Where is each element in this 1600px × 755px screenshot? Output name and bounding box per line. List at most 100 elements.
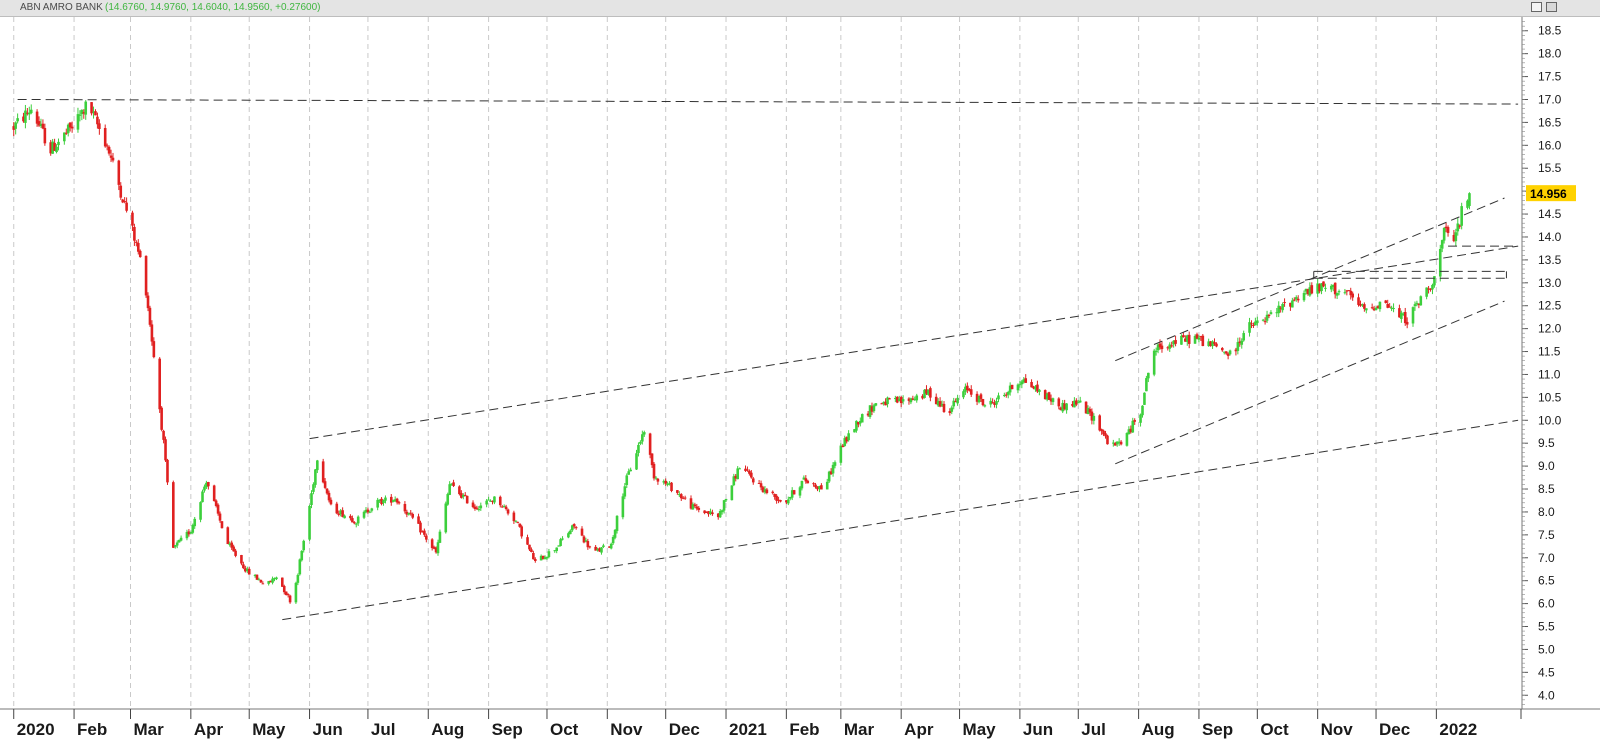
candle-body <box>162 430 165 440</box>
candle-body <box>901 399 905 402</box>
candle-body <box>526 537 529 545</box>
trend-line-3 <box>309 245 1519 440</box>
maximize-window-icon[interactable] <box>1546 2 1557 12</box>
candle <box>94 109 97 116</box>
candle-body <box>860 414 864 423</box>
candle-body <box>1154 350 1158 352</box>
candle-body <box>78 114 82 116</box>
candle <box>1119 440 1123 446</box>
candle <box>779 499 782 503</box>
candle-body <box>1442 227 1446 241</box>
candle-body <box>1468 193 1471 206</box>
candle-body <box>395 498 399 503</box>
candle-body <box>1456 223 1460 232</box>
y-tick-label: 13.5 <box>1538 253 1562 267</box>
x-tick-label-apr: Apr <box>904 720 934 739</box>
candle-body <box>316 460 319 471</box>
candle-body <box>150 324 154 342</box>
candle-body <box>547 551 551 557</box>
y-tick-label: 18.5 <box>1538 24 1562 38</box>
candle <box>103 124 107 148</box>
candle-body <box>820 485 823 490</box>
candle <box>1454 228 1458 247</box>
candle-body <box>41 123 45 129</box>
candle-body <box>166 459 169 483</box>
candle-body <box>1403 311 1407 324</box>
candle <box>847 430 850 442</box>
candle <box>609 542 613 550</box>
candle <box>498 495 502 508</box>
candle-body <box>329 499 333 505</box>
candle <box>452 479 455 488</box>
candle-body <box>1145 378 1148 392</box>
candle <box>220 521 224 529</box>
candle-body <box>1337 291 1341 293</box>
candle <box>1182 332 1185 338</box>
candle-body <box>446 494 450 505</box>
candle <box>1168 342 1172 352</box>
candle-body <box>107 146 111 154</box>
candle-body <box>787 499 790 504</box>
candle-body <box>16 118 19 122</box>
x-tick-label-sep: Sep <box>492 720 523 739</box>
x-tick-label-may: May <box>963 720 997 739</box>
candle-body <box>1460 206 1463 226</box>
candle <box>28 106 31 121</box>
candle-body <box>981 398 985 406</box>
candle-body <box>520 526 523 537</box>
candle <box>1038 388 1041 396</box>
candle <box>1363 302 1366 312</box>
candle-body <box>164 439 167 461</box>
candle <box>448 481 451 496</box>
candle <box>615 515 619 534</box>
candle-body <box>798 487 802 496</box>
candle <box>886 396 889 408</box>
trend-line-5 <box>1115 197 1505 362</box>
candle-body <box>1454 232 1458 242</box>
candle <box>1051 397 1055 406</box>
candle-body <box>528 544 531 550</box>
candle <box>1248 317 1251 337</box>
y-tick-label: 6.5 <box>1538 574 1555 588</box>
candle-body <box>323 481 327 488</box>
candle-body <box>138 250 142 258</box>
candle <box>179 535 183 542</box>
candle-body <box>1357 297 1360 305</box>
candle-body <box>1370 307 1374 309</box>
candle <box>389 494 393 506</box>
candle-body <box>1413 304 1417 307</box>
candle-body <box>969 389 973 395</box>
candle-body <box>825 481 829 490</box>
candle-body <box>639 441 642 444</box>
candle-body <box>532 553 535 560</box>
candle-body <box>656 478 660 482</box>
candle <box>1065 403 1068 414</box>
candle <box>308 504 311 541</box>
candle-body <box>1250 323 1253 325</box>
candle-body <box>602 545 605 547</box>
candle-body <box>1261 319 1265 321</box>
candle-body <box>586 541 590 548</box>
candle-body <box>929 388 932 398</box>
x-tick-label-nov: Nov <box>1321 720 1354 739</box>
candle-body <box>1388 306 1391 308</box>
y-tick-label: 11.5 <box>1538 345 1561 359</box>
candle <box>738 467 741 470</box>
candle <box>201 489 204 503</box>
candle <box>29 104 33 115</box>
candle-body <box>635 453 638 470</box>
y-tick-label: 18.0 <box>1538 47 1562 61</box>
candle-body <box>201 491 204 503</box>
candle-body <box>800 480 804 489</box>
candle <box>24 104 27 129</box>
candle <box>1269 310 1273 315</box>
candle-body <box>561 538 564 540</box>
candle <box>915 393 919 403</box>
candle-body <box>623 486 627 497</box>
candle-body <box>1411 307 1415 324</box>
candle-body <box>938 401 942 407</box>
candle-body <box>471 502 475 508</box>
candle <box>860 413 864 423</box>
restore-window-icon[interactable] <box>1531 2 1542 12</box>
candle-body <box>298 559 302 575</box>
